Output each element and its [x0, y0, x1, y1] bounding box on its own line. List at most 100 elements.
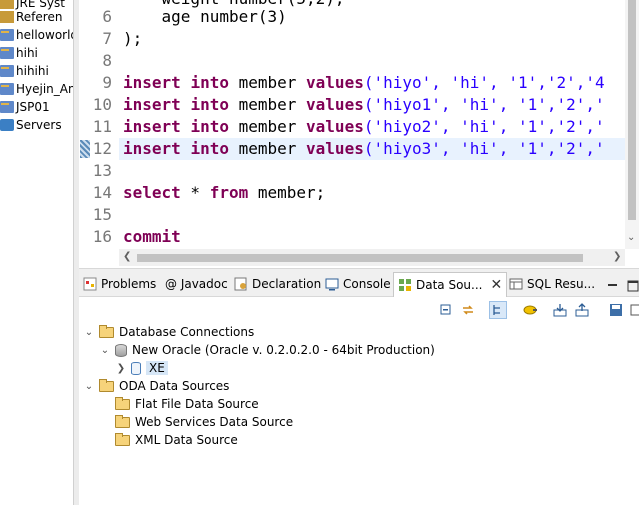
project-folder-icon	[0, 83, 14, 95]
explorer-item-hihi[interactable]: hihi	[0, 44, 38, 62]
database-icon	[115, 343, 127, 357]
code-line-16: commit	[123, 226, 181, 248]
keyword: insert	[123, 139, 181, 158]
schema-icon	[131, 361, 141, 375]
keyword: values	[306, 73, 364, 92]
sql-results-icon	[509, 277, 523, 291]
horizontal-scrollbar[interactable]: ❮ ❯	[119, 249, 625, 266]
keyword: commit	[123, 227, 181, 246]
server-folder-icon	[0, 119, 14, 131]
tree-node-web-services[interactable]: Web Services Data Source	[115, 413, 293, 431]
scroll-down-icon[interactable]: ⌄	[627, 232, 635, 243]
line-number: 9	[102, 73, 112, 92]
save-profile-button[interactable]	[607, 301, 625, 319]
declaration-icon	[234, 277, 248, 291]
operator: *	[180, 183, 210, 202]
explorer-item-label: JSP01	[16, 100, 50, 114]
folder-icon	[115, 432, 130, 446]
bottom-view-panel: Problems @ Javadoc Declaration Console D…	[79, 268, 639, 505]
folder-icon	[115, 396, 130, 410]
code-line-10: insert into member values('hiyo1', 'hi',…	[123, 94, 605, 116]
maximize-view-button[interactable]	[627, 275, 639, 297]
tree-node-label: Database Connections	[119, 325, 255, 339]
line-number: 11	[92, 117, 112, 136]
explorer-item-jsp01[interactable]: JSP01	[0, 98, 50, 116]
library-icon	[0, 11, 14, 23]
keyword: insert	[123, 117, 181, 136]
tab-label: Problems	[101, 277, 157, 291]
tab-label: Declaration	[252, 277, 322, 291]
identifier: member	[228, 95, 307, 114]
tree-node-oda-data-sources[interactable]: ⌄ ODA Data Sources	[83, 377, 229, 395]
problems-icon	[83, 277, 97, 291]
explorer-item-servers[interactable]: Servers	[0, 116, 62, 134]
vertical-scroll-thumb[interactable]	[628, 0, 636, 220]
tab-console[interactable]: Console	[325, 273, 391, 295]
link-with-editor-button[interactable]	[459, 301, 477, 319]
import-button[interactable]	[551, 301, 569, 319]
chevron-down-icon[interactable]: ⌄	[83, 327, 95, 338]
chevron-down-icon[interactable]: ⌄	[99, 345, 111, 356]
chevron-right-icon[interactable]: ❯	[115, 363, 127, 374]
line-number: 14	[92, 183, 112, 202]
string-args: ('hiyo3', 'hi', '1','2','	[363, 139, 605, 158]
tree-node-label: Flat File Data Source	[135, 397, 259, 411]
close-icon[interactable]: ✕	[490, 277, 502, 293]
explorer-item-helloworld[interactable]: helloworld	[0, 26, 73, 44]
string-args: ('hiyo', 'hi', '1','2','4	[363, 73, 605, 92]
keyword: values	[306, 117, 364, 136]
save-icon	[610, 304, 622, 316]
tab-label: Data Sou...	[416, 278, 483, 292]
keyword: select	[123, 183, 181, 202]
explorer-item-label: hihi	[16, 46, 38, 60]
tree-node-label: XE	[146, 361, 168, 375]
tab-label: SQL Resu...	[527, 277, 596, 291]
tab-problems[interactable]: Problems	[83, 273, 156, 295]
connect-button[interactable]	[521, 301, 539, 319]
tree-node-new-oracle[interactable]: ⌄ New Oracle (Oracle v. 0.2.0.2.0 - 64bi…	[99, 341, 435, 359]
tree-view-button[interactable]	[489, 301, 507, 319]
line-number: 12	[92, 139, 112, 158]
explorer-item-references[interactable]: Referen	[0, 8, 62, 26]
menu-icon	[630, 304, 639, 316]
project-folder-icon	[0, 47, 14, 59]
tab-javadoc[interactable]: @ Javadoc	[165, 273, 228, 295]
explorer-item-label: hihihi	[16, 64, 49, 78]
import-icon	[553, 304, 567, 317]
explorer-item-label: Servers	[16, 118, 62, 132]
explorer-item-hihihi[interactable]: hihihi	[0, 62, 49, 80]
keyword: insert	[123, 73, 181, 92]
line-number: 15	[92, 205, 112, 224]
keyword: from	[209, 183, 249, 202]
tab-data-source-explorer[interactable]: Data Sou... ✕	[393, 272, 508, 297]
link-icon	[463, 305, 473, 315]
minimize-view-button[interactable]	[607, 275, 619, 297]
sql-editor[interactable]: weight number(5,2), 6 age number(3) 7 );…	[79, 0, 639, 268]
keyword: into	[190, 95, 229, 114]
chevron-down-icon[interactable]: ⌄	[83, 381, 95, 392]
vertical-scrollbar[interactable]: ⌄	[625, 0, 639, 249]
export-button[interactable]	[573, 301, 591, 319]
folder-icon	[99, 324, 114, 338]
tab-label: Console	[343, 277, 391, 291]
tree-node-label: XML Data Source	[135, 433, 238, 447]
explorer-item-hyejin[interactable]: Hyejin_And	[0, 80, 73, 98]
identifier: member	[228, 117, 307, 136]
project-folder-icon	[0, 29, 14, 41]
project-folder-icon	[0, 101, 14, 113]
view-menu-button[interactable]	[627, 301, 639, 319]
code-line-12: insert into member values('hiyo3', 'hi',…	[123, 138, 605, 160]
line-number: 10	[92, 95, 112, 114]
tree-node-xml[interactable]: XML Data Source	[115, 431, 238, 449]
tab-declaration[interactable]: Declaration	[234, 273, 321, 295]
scroll-right-icon[interactable]: ❯	[613, 251, 621, 262]
tree-node-database-connections[interactable]: ⌄ Database Connections	[83, 323, 254, 341]
horizontal-scroll-thumb[interactable]	[137, 254, 583, 262]
keyword: insert	[123, 95, 181, 114]
tree-node-flat-file[interactable]: Flat File Data Source	[115, 395, 259, 413]
collapse-all-button[interactable]	[437, 301, 455, 319]
tree-node-xe[interactable]: ❯ XE	[115, 359, 168, 377]
maximize-icon	[627, 280, 639, 292]
tab-sql-results[interactable]: SQL Resu...	[509, 273, 595, 295]
scroll-left-icon[interactable]: ❮	[123, 251, 131, 262]
